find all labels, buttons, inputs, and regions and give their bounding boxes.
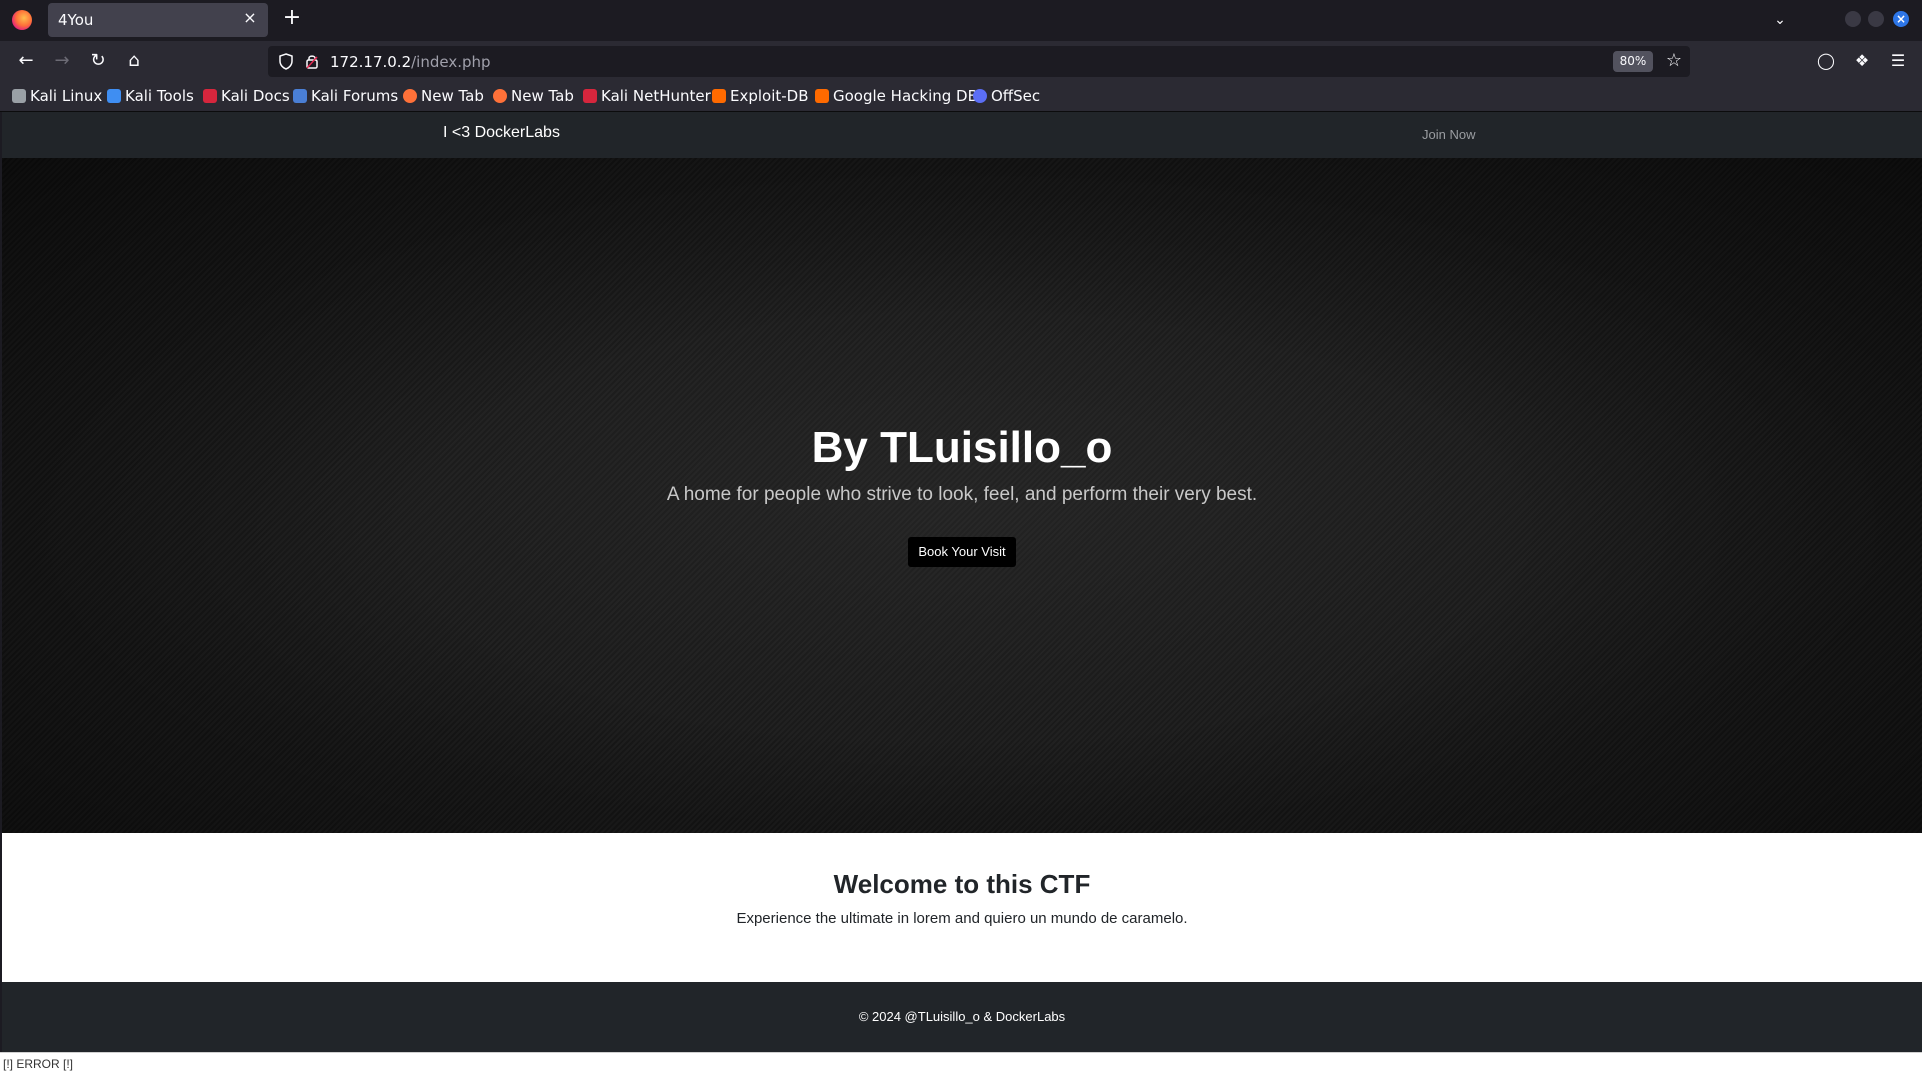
error-message: [!] ERROR [!]	[3, 1057, 74, 1071]
bookmark-label: OffSec	[991, 87, 1041, 105]
nethunter-icon	[583, 89, 597, 103]
home-icon[interactable]: ⌂	[120, 49, 148, 73]
lock-icon[interactable]	[304, 53, 320, 70]
url-path: /index.php	[411, 53, 491, 71]
hero-title: By TLuisillo_o	[811, 423, 1113, 472]
kali-tools-icon	[107, 89, 121, 103]
tab-title: 4You	[58, 11, 94, 29]
forward-arrow-icon[interactable]: →	[48, 49, 76, 73]
kali-forums-icon	[293, 89, 307, 103]
bookmark-new-tab-1[interactable]: New Tab	[403, 87, 484, 107]
bookmark-kali-forums[interactable]: Kali Forums	[293, 87, 398, 107]
page-viewport: I <3 DockerLabs Join Now By TLuisillo_o …	[2, 112, 1922, 1052]
welcome-section: Welcome to this CTF Experience the ultim…	[2, 833, 1922, 994]
bookmarks-toolbar: Kali Linux Kali Tools Kali Docs Kali For…	[0, 81, 1922, 112]
bookmark-label: Kali NetHunter	[601, 87, 711, 105]
chevron-down-icon[interactable]: ⌄	[1768, 8, 1792, 32]
tab-bar: 4You × + ⌄ ×	[0, 0, 1922, 41]
offsec-icon	[973, 89, 987, 103]
bookmark-label: Kali Tools	[125, 87, 194, 105]
firefox-logo-icon[interactable]	[12, 10, 32, 30]
hero-section: By TLuisillo_o A home for people who str…	[2, 158, 1922, 833]
bookmark-offsec[interactable]: OffSec	[973, 87, 1040, 107]
bookmark-exploit-db[interactable]: Exploit-DB	[712, 87, 809, 107]
maximize-button[interactable]	[1868, 11, 1884, 27]
hero-subtitle: A home for people who strive to look, fe…	[666, 484, 1258, 505]
hamburger-menu-icon[interactable]: ☰	[1886, 49, 1910, 73]
join-now-link[interactable]: Join Now	[1422, 127, 1475, 142]
welcome-title: Welcome to this CTF	[833, 869, 1091, 899]
book-visit-button[interactable]: Book Your Visit	[908, 537, 1016, 567]
kali-docs-icon	[203, 89, 217, 103]
tab-active[interactable]: 4You ×	[48, 3, 268, 37]
site-brand[interactable]: I <3 DockerLabs	[443, 124, 560, 142]
footer-copyright: © 2024 @TLuisillo_o & DockerLabs	[858, 1009, 1066, 1024]
bookmark-label: New Tab	[511, 87, 574, 105]
site-header: I <3 DockerLabs Join Now	[2, 112, 1922, 158]
zoom-level-button[interactable]: 80%	[1613, 51, 1653, 72]
bookmark-kali-docs[interactable]: Kali Docs	[203, 87, 290, 107]
shield-icon[interactable]	[278, 53, 294, 70]
pocket-icon[interactable]: ◯	[1814, 49, 1838, 73]
back-arrow-icon[interactable]: ←	[12, 49, 40, 73]
extensions-icon[interactable]: ❖	[1850, 49, 1874, 73]
close-window-button[interactable]: ×	[1893, 11, 1909, 27]
minimize-button[interactable]	[1845, 11, 1861, 27]
firefox-icon	[493, 89, 507, 103]
bookmark-label: Exploit-DB	[730, 87, 809, 105]
new-tab-button[interactable]: +	[280, 6, 304, 30]
navigation-toolbar: ← → ↻ ⌂ 172.17.0.2/index.php 80% ☆ ◯ ❖ ☰	[0, 41, 1922, 81]
site-footer: © 2024 @TLuisillo_o & DockerLabs	[2, 982, 1922, 1052]
kali-icon	[12, 89, 26, 103]
bookmark-label: Google Hacking DB	[833, 87, 978, 105]
bookmark-label: New Tab	[421, 87, 484, 105]
url-bar[interactable]: 172.17.0.2/index.php 80% ☆	[268, 46, 1690, 77]
bookmark-google-hacking-db[interactable]: Google Hacking DB	[815, 87, 978, 107]
bookmark-kali-linux[interactable]: Kali Linux	[12, 87, 102, 107]
tab-close-icon[interactable]: ×	[240, 8, 260, 28]
exploitdb-icon	[712, 89, 726, 103]
ghdb-icon	[815, 89, 829, 103]
url-host: 172.17.0.2	[330, 53, 412, 71]
welcome-text: Experience the ultimate in lorem and qui…	[736, 910, 1188, 927]
bookmark-star-icon[interactable]: ☆	[1664, 51, 1684, 71]
bookmark-label: Kali Linux	[30, 87, 103, 105]
error-bar: [!] ERROR [!]	[0, 1052, 1922, 1077]
bookmark-label: Kali Forums	[311, 87, 399, 105]
bookmark-kali-tools[interactable]: Kali Tools	[107, 87, 194, 107]
reload-icon[interactable]: ↻	[84, 49, 112, 73]
firefox-icon	[403, 89, 417, 103]
bookmark-new-tab-2[interactable]: New Tab	[493, 87, 574, 107]
url-text[interactable]: 172.17.0.2/index.php	[330, 53, 491, 71]
bookmark-kali-nethunter[interactable]: Kali NetHunter	[583, 87, 711, 107]
bookmark-label: Kali Docs	[221, 87, 290, 105]
